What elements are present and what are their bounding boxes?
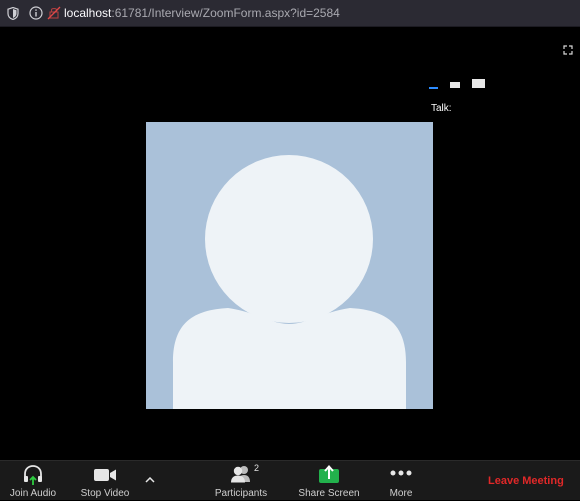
share-screen-icon (319, 464, 339, 483)
more-label: More (389, 488, 413, 499)
chevron-up-icon (145, 477, 155, 483)
video-camera-icon (94, 469, 116, 481)
participants-icon (231, 466, 250, 483)
talk-label: Talk: (431, 103, 452, 114)
stop-video-label: Stop Video (80, 488, 130, 499)
browser-address-bar[interactable]: localhost:61781/Interview/ZoomForm.aspx?… (0, 0, 580, 27)
headphones-icon (24, 465, 42, 485)
url-path: :61781/Interview/ZoomForm.aspx?id=2584 (111, 6, 340, 20)
meeting-toolbar: Join Audio Stop Video 2 Participants Sha… (0, 460, 580, 500)
participant-avatar (146, 122, 433, 409)
fullscreen-icon[interactable] (563, 45, 573, 55)
leave-meeting-button[interactable]: Leave Meeting (488, 475, 564, 487)
share-screen-label: Share Screen (298, 488, 360, 499)
share-screen-button[interactable]: Share Screen (294, 461, 364, 501)
view-mode-icons[interactable] (429, 78, 489, 90)
insecure-lock-icon (47, 6, 61, 20)
more-dots-icon (390, 470, 412, 476)
join-audio-label: Join Audio (9, 488, 57, 499)
info-icon[interactable] (29, 6, 43, 20)
participants-label: Participants (214, 488, 268, 499)
join-audio-button[interactable]: Join Audio (3, 461, 63, 501)
more-button[interactable]: More (378, 461, 424, 501)
video-stage: Talk: (0, 27, 580, 460)
video-options-button[interactable] (142, 461, 158, 501)
url-host: localhost (64, 6, 112, 20)
participants-button[interactable]: 2 Participants (206, 461, 276, 501)
shield-icon (7, 7, 19, 20)
participants-count: 2 (254, 463, 260, 473)
url-text[interactable]: localhost:61781/Interview/ZoomForm.aspx?… (64, 6, 340, 20)
stop-video-button[interactable]: Stop Video (75, 461, 135, 501)
